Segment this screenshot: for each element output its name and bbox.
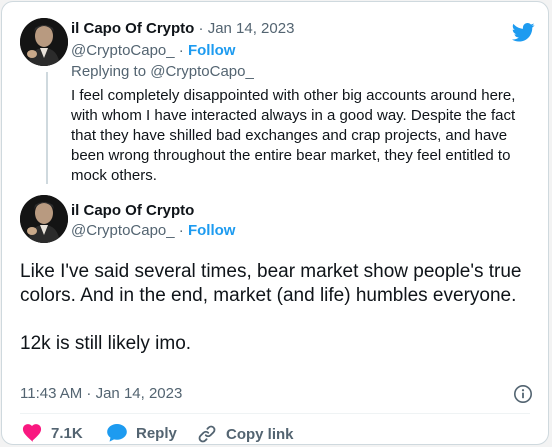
main-tweet-text: Like I've said several times, bear marke… [20, 260, 530, 356]
action-divider [20, 413, 530, 414]
replying-to-handle[interactable]: @CryptoCapo_ [150, 63, 254, 80]
speech-bubble-icon [107, 424, 127, 442]
copy-link-button[interactable]: Copy link [197, 424, 294, 444]
parent-tweet-text: I feel completely disappointed with othe… [71, 87, 516, 184]
copy-link-label: Copy link [226, 425, 294, 443]
replying-to-line: Replying to @CryptoCapo_ [71, 63, 254, 80]
main-tweet-paragraph-1: Like I've said several times, bear marke… [20, 261, 522, 306]
info-icon[interactable] [513, 384, 533, 404]
main-name-line: il Capo Of Crypto [71, 202, 194, 219]
replying-to-prefix: Replying to [71, 63, 147, 80]
main-follow-link[interactable]: Follow [188, 222, 236, 239]
parent-handle-separator: · [178, 42, 184, 59]
heart-icon [22, 424, 42, 442]
main-display-name[interactable]: il Capo Of Crypto [71, 202, 194, 219]
parent-display-name[interactable]: il Capo Of Crypto [71, 20, 194, 37]
like-count: 7.1K [51, 424, 83, 442]
main-avatar[interactable] [20, 195, 68, 243]
main-handle-line: @CryptoCapo_ · Follow [71, 222, 235, 239]
main-tweet-paragraph-2: 12k is still likely imo. [20, 333, 192, 354]
main-handle-separator: · [178, 222, 184, 239]
parent-handle[interactable]: @CryptoCapo_ [71, 42, 175, 59]
parent-handle-line: @CryptoCapo_ · Follow [71, 42, 235, 59]
link-icon [198, 425, 216, 443]
tweet-timestamp[interactable]: 11:43 AM · Jan 14, 2023 [20, 385, 182, 402]
parent-separator: · [198, 20, 204, 37]
avatar-portrait-image [20, 195, 68, 243]
parent-name-line: il Capo Of Crypto · Jan 14, 2023 [71, 20, 294, 37]
avatar-portrait-image [20, 18, 68, 66]
like-button[interactable]: 7.1K [22, 424, 83, 442]
twitter-bird-icon[interactable] [512, 23, 535, 42]
tweet-embed-card: il Capo Of Crypto · Jan 14, 2023 @Crypto… [1, 1, 549, 445]
parent-avatar[interactable] [20, 18, 68, 66]
parent-follow-link[interactable]: Follow [188, 42, 236, 59]
main-handle[interactable]: @CryptoCapo_ [71, 222, 175, 239]
reply-label: Reply [136, 424, 177, 442]
parent-date[interactable]: Jan 14, 2023 [208, 20, 295, 37]
thread-connector-line [46, 72, 48, 184]
reply-button[interactable]: Reply [107, 424, 177, 442]
